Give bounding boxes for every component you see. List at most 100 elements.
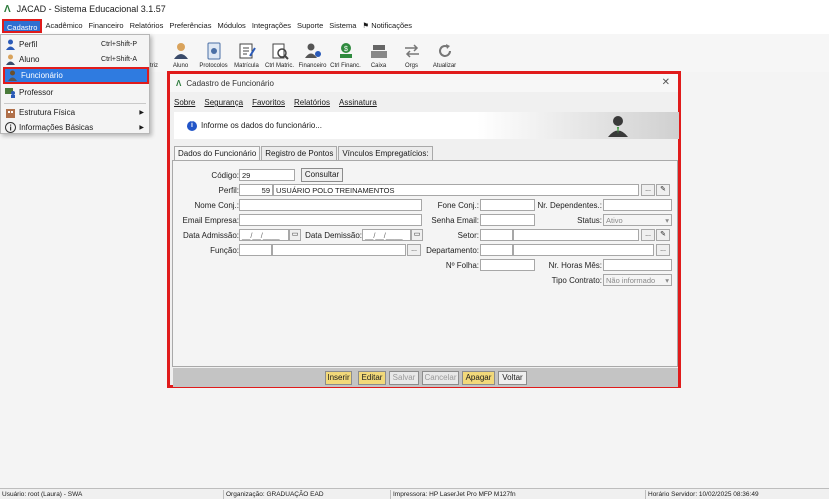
- refresh-icon: [436, 42, 454, 60]
- toolbar-financeiro-button[interactable]: Financeiro: [296, 34, 329, 72]
- student-icon: [5, 54, 16, 65]
- setor-id-field[interactable]: [480, 229, 513, 241]
- menu-relatorios[interactable]: Relatórios: [127, 19, 167, 33]
- status-user: Usuário: root (Laura) - SWA: [2, 491, 83, 498]
- perfil-edit-icon[interactable]: ✎: [656, 184, 670, 196]
- toolbar-orgs-button[interactable]: Orgs: [395, 34, 428, 72]
- fone-conj-label: Fone Conj.:: [437, 201, 479, 210]
- departamento-lookup-button[interactable]: ...: [656, 244, 670, 256]
- protocol-icon: [205, 42, 223, 60]
- consultar-button[interactable]: Consultar: [301, 168, 343, 182]
- menu-separator: [4, 103, 146, 104]
- menu-item-informacoes-basicas[interactable]: Informações Básicas ▶: [3, 120, 149, 135]
- svg-text:$: $: [344, 46, 348, 53]
- nome-conj-field[interactable]: [239, 199, 422, 211]
- data-admissao-field[interactable]: __/__/____: [239, 229, 289, 241]
- cancelar-button[interactable]: Cancelar: [422, 371, 459, 385]
- toolbar-matricula-label: Matrícula: [234, 63, 259, 69]
- apagar-button[interactable]: Apagar: [462, 371, 495, 385]
- menu-financeiro[interactable]: Financeiro: [86, 19, 127, 33]
- toolbar-ctrl-matric-button[interactable]: Ctrl Matric.: [263, 34, 296, 72]
- toolbar-protocolos-button[interactable]: Protocolos: [197, 34, 230, 72]
- menu-sistema[interactable]: Sistema: [326, 19, 359, 33]
- n-folha-field[interactable]: [480, 259, 535, 271]
- data-admissao-label: Data Admissão:: [182, 231, 239, 240]
- close-icon[interactable]: ✕: [662, 77, 670, 88]
- info-banner: i Informe os dados do funcionário...: [174, 112, 679, 139]
- status-select[interactable]: Ativo ▾: [603, 214, 672, 226]
- menu-item-professor[interactable]: Professor: [3, 85, 149, 100]
- chevron-down-icon: ▾: [665, 216, 669, 225]
- funcao-name-field[interactable]: [272, 244, 406, 256]
- profile-icon: [5, 39, 16, 50]
- menu-cadastro[interactable]: Cadastro: [2, 19, 43, 33]
- menu-preferencias[interactable]: Preferências: [166, 19, 214, 33]
- toolbar-atualizar-button[interactable]: Atualizar: [428, 34, 461, 72]
- cadastro-funcionario-dialog: Λ Cadastro de Funcionário ✕ Sobre Segura…: [167, 71, 681, 388]
- perfil-id-field[interactable]: 59: [239, 184, 273, 196]
- menu-notificacoes[interactable]: ⚑ Notificações: [359, 19, 415, 33]
- tab-dados-funcionario[interactable]: Dados do Funcionário: [174, 146, 261, 161]
- menu-item-funcionario[interactable]: Funcionário: [3, 67, 149, 84]
- menu-item-perfil[interactable]: Perfil Ctrl+Shift-P: [3, 37, 149, 52]
- status-printer: Impressora: HP LaserJet Pro MFP M127fn: [390, 490, 516, 499]
- dialog-menu-assinatura[interactable]: Assinatura: [339, 98, 377, 107]
- enrollment-control-icon: [271, 42, 289, 60]
- calendar-icon[interactable]: ▭: [411, 229, 423, 241]
- flag-icon: ⚑: [362, 21, 372, 30]
- nr-horas-mes-field[interactable]: [603, 259, 672, 271]
- codigo-field[interactable]: 29: [239, 169, 295, 181]
- cadastro-dropdown-menu: Perfil Ctrl+Shift-P Aluno Ctrl+Shift-A F…: [0, 34, 150, 134]
- menu-item-aluno[interactable]: Aluno Ctrl+Shift-A: [3, 52, 149, 67]
- data-demissao-label: Data Demissão:: [305, 231, 362, 240]
- menu-academico[interactable]: Acadêmico: [42, 19, 85, 33]
- menu-item-aluno-shortcut: Ctrl+Shift-A: [101, 56, 137, 63]
- status-label: Status:: [577, 216, 602, 225]
- menu-item-aluno-label: Aluno: [19, 55, 40, 64]
- tipo-contrato-select[interactable]: Não informado ▾: [603, 274, 672, 286]
- setor-label: Setor:: [457, 231, 479, 240]
- email-empresa-field[interactable]: [239, 214, 422, 226]
- menu-suporte[interactable]: Suporte: [294, 19, 326, 33]
- senha-email-field[interactable]: [480, 214, 535, 226]
- dialog-menu-favoritos[interactable]: Favoritos: [252, 98, 285, 107]
- dialog-menu-sobre[interactable]: Sobre: [174, 98, 195, 107]
- funcao-id-field[interactable]: [239, 244, 272, 256]
- perfil-lookup-button[interactable]: ...: [641, 184, 655, 196]
- menu-modulos[interactable]: Módulos: [214, 19, 248, 33]
- toolbar-ctrl-financ-button[interactable]: $ Ctrl Financ.: [329, 34, 362, 72]
- departamento-id-field[interactable]: [480, 244, 513, 256]
- info-message: Informe os dados do funcionário...: [201, 121, 322, 130]
- toolbar-matricula-button[interactable]: Matrícula: [230, 34, 263, 72]
- dialog-menu-relatorios[interactable]: Relatórios: [294, 98, 330, 107]
- menu-item-estrutura-fisica[interactable]: Estrutura Física ▶: [3, 105, 149, 120]
- setor-lookup-button[interactable]: ...: [641, 229, 655, 241]
- dados-funcionario-panel: Código: 29 Consultar Perfil: 59 USUÁRIO …: [172, 160, 678, 367]
- menu-integracoes[interactable]: Integrações: [249, 19, 294, 33]
- chevron-down-icon: ▾: [665, 276, 669, 285]
- perfil-name-field[interactable]: USUÁRIO POLO TREINAMENTOS: [273, 184, 639, 196]
- departamento-name-field[interactable]: [513, 244, 654, 256]
- nr-dependentes-label: Nr. Dependentes.:: [537, 201, 602, 210]
- salvar-button[interactable]: Salvar: [389, 371, 419, 385]
- info-icon: i: [187, 120, 197, 131]
- funcao-label: Função:: [210, 246, 239, 255]
- money-icon: $: [337, 42, 355, 60]
- nr-dependentes-field[interactable]: [603, 199, 672, 211]
- perfil-label: Perfil:: [218, 186, 239, 195]
- toolbar-caixa-button[interactable]: Caixa: [362, 34, 395, 72]
- dialog-footer: Inserir Editar Salvar Cancelar Apagar Vo…: [173, 368, 678, 387]
- setor-name-field[interactable]: [513, 229, 639, 241]
- window-title: JACAD - Sistema Educacional 3.1.57: [16, 4, 166, 14]
- inserir-button[interactable]: Inserir: [325, 371, 352, 385]
- toolbar-aluno-button[interactable]: Aluno: [164, 34, 197, 72]
- fone-conj-field[interactable]: [480, 199, 535, 211]
- tab-registro-pontos[interactable]: Registro de Pontos: [261, 146, 338, 160]
- setor-edit-icon[interactable]: ✎: [656, 229, 670, 241]
- editar-button[interactable]: Editar: [358, 371, 386, 385]
- app-logo-icon: Λ: [176, 78, 182, 88]
- tab-vinculos-empregaticios[interactable]: Vínculos Empregatícios:: [338, 146, 433, 160]
- dialog-menu-seguranca[interactable]: Segurança: [204, 98, 243, 107]
- data-demissao-field[interactable]: __/__/____: [362, 229, 411, 241]
- voltar-button[interactable]: Voltar: [498, 371, 527, 385]
